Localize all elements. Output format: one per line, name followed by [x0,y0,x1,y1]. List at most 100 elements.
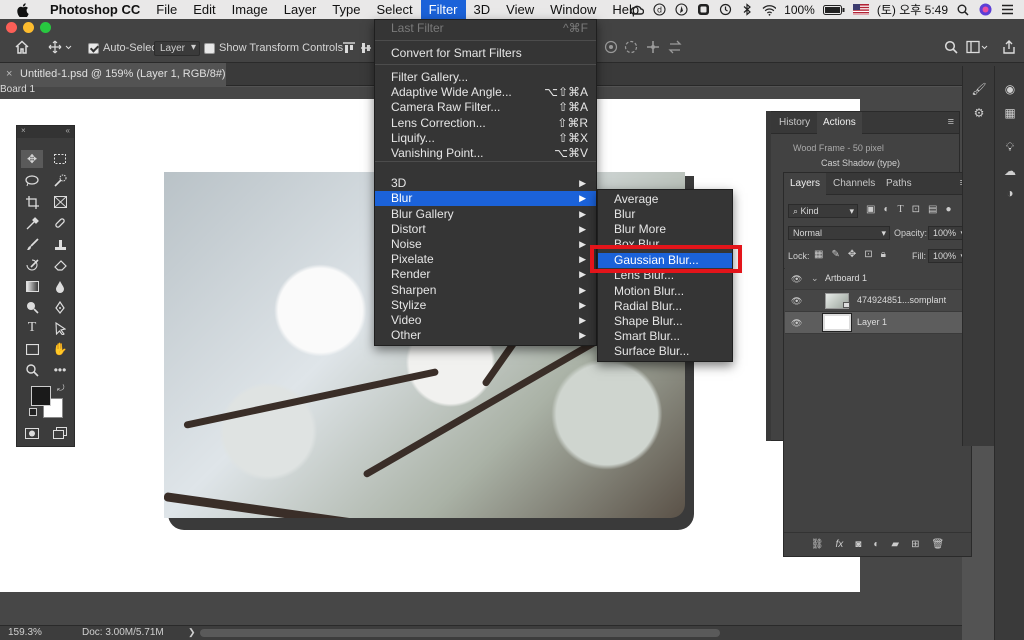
lock-position-icon[interactable]: ✥ [848,249,856,260]
lock-all-icon[interactable]: 🔒︎ [881,249,886,260]
visibility-eye-icon[interactable]: 👁︎ [791,318,802,329]
shape-filter-icon[interactable]: ⊡ [912,204,920,215]
tab-layers[interactable]: Layers [784,173,827,195]
menu-layer[interactable]: Layer [276,0,325,19]
filter-menu-item-lens-correction[interactable]: Lens Correction... ⇧⌘R [375,116,596,131]
filter-menu-item-camera-raw-filter[interactable]: Camera Raw Filter... ⇧⌘A [375,100,596,115]
menu-type[interactable]: Type [324,0,368,19]
auto-select-dropdown[interactable]: Layer [154,41,201,56]
tab-channels[interactable]: Channels [827,173,881,195]
notification-icon[interactable] [696,3,710,17]
type-filter-icon[interactable]: T [898,204,904,215]
menu-app-name[interactable]: Photoshop CC [42,0,148,19]
close-tab-icon[interactable]: × [6,63,12,86]
align-top-icon[interactable] [342,41,356,55]
blur-menu-item-shape-blur[interactable]: Shape Blur... [598,314,732,329]
lock-transparent-pixels-icon[interactable]: ▦ [814,249,823,260]
filter-menu-item-3d[interactable]: 3D ▶ [375,176,596,191]
blur-menu-item-surface-blur[interactable]: Surface Blur... [598,344,732,359]
zoom-window-button[interactable] [40,22,51,33]
blur-menu-item-radial-blur[interactable]: Radial Blur... [598,299,732,314]
learn-panel-icon[interactable]: 💡︎ [1000,138,1020,156]
tab-actions[interactable]: Actions [817,112,862,134]
filter-menu-item-stylize[interactable]: Stylize ▶ [375,298,596,313]
lock-artboard-icon[interactable]: ⊡ [864,249,872,260]
blur-menu-item-blur-more[interactable]: Blur More [598,222,732,237]
blur-menu-item-blur[interactable]: Blur [598,207,732,222]
menu-select[interactable]: Select [368,0,420,19]
adjustment-layer-icon[interactable]: ◐ [873,539,879,550]
gradient-tool-icon[interactable] [21,277,43,295]
filter-menu-item-video[interactable]: Video ▶ [375,313,596,328]
action-row[interactable]: Cast Shadow (type) [821,158,900,168]
type-tool-icon[interactable]: T [21,319,43,337]
wifi-icon[interactable] [762,3,777,17]
move-tool-preset-icon[interactable] [48,40,72,54]
creative-cloud-icon[interactable] [630,3,645,17]
filter-menu-item-filter-gallery[interactable]: Filter Gallery... [375,70,596,85]
filter-menu-item-last-filter[interactable]: Last Filter ^⌘F [375,21,596,36]
home-icon[interactable] [14,40,30,54]
quick-mask-icon[interactable] [21,424,43,442]
minimize-window-button[interactable] [23,22,34,33]
more-tools-icon[interactable]: ••• [49,361,71,379]
move-tool-icon[interactable]: ✥ [21,150,43,168]
workspace-switcher-icon[interactable] [966,40,988,54]
layer-filter-kind-dropdown[interactable]: ⌕ Kind ▾ [788,204,858,218]
filter-menu-item-adaptive-wide-angle[interactable]: Adaptive Wide Angle... ⌥⇧⌘A [375,85,596,100]
filter-menu-item-sharpen[interactable]: Sharpen ▶ [375,283,596,298]
healing-brush-tool-icon[interactable] [49,214,71,232]
menu-3d[interactable]: 3D [466,0,499,19]
swatches-panel-icon[interactable]: ▦ [1000,104,1020,122]
history-panel-menu-icon[interactable]: ≡ [948,116,954,128]
history-brush-tool-icon[interactable] [21,256,43,274]
color-panel-icon[interactable]: ◉ [1000,80,1020,98]
blend-mode-dropdown[interactable]: Normal ▾ [788,226,890,240]
dodge-tool-icon[interactable] [21,298,43,316]
visibility-eye-icon[interactable]: 👁︎ [791,274,802,285]
brush-settings-icon[interactable]: 🖌︎ [969,80,989,98]
apple-icon[interactable] [14,0,32,19]
pixel-filter-icon[interactable]: ▣ [866,204,875,215]
menu-image[interactable]: Image [224,0,276,19]
marquee-tool-icon[interactable] [49,150,71,168]
adjustments-panel-icon[interactable]: ◑ [1000,184,1020,202]
new-layer-icon[interactable]: ⊞ [911,539,919,550]
add-mask-icon[interactable]: ◙ [855,539,861,550]
clone-stamp-tool-icon[interactable] [49,235,71,253]
path-selection-tool-icon[interactable] [49,319,71,337]
auto-select-checkbox[interactable] [88,42,99,54]
horizontal-scrollbar[interactable] [200,629,720,637]
filter-menu-item-render[interactable]: Render ▶ [375,267,596,282]
filter-menu-item-blur[interactable]: Blur ▶ [375,191,596,206]
notification-center-icon[interactable] [1000,3,1014,17]
layer-row-artboard[interactable]: 👁︎ ⌄ Artboard 1 [785,268,963,290]
status-menu-icon[interactable]: ❯ [188,627,196,638]
us-flag-icon[interactable] [852,3,869,17]
search-icon[interactable] [944,40,958,54]
menu-edit[interactable]: Edit [185,0,223,19]
libraries-panel-icon[interactable]: ☁︎ [1000,162,1020,180]
tab-paths[interactable]: Paths [880,173,918,195]
properties-icon[interactable]: ⚙︎ [969,104,989,122]
pen-tool-icon[interactable] [49,298,71,316]
tab-history[interactable]: History [773,112,816,134]
3d-orbit-icon[interactable] [604,40,618,54]
menubar-clock[interactable]: (토) 오후 5:49 [877,1,948,18]
filter-toggle-icon[interactable]: ● [945,204,951,215]
foreground-color-swatch[interactable] [31,386,51,406]
blur-menu-item-motion-blur[interactable]: Motion Blur... [598,284,732,299]
filter-menu-item-convert-for-smart-filters[interactable]: Convert for Smart Filters [375,46,596,61]
3d-roll-icon[interactable] [624,40,638,54]
filter-menu-item-pixelate[interactable]: Pixelate ▶ [375,252,596,267]
artboard-label[interactable]: Board 1 [0,84,35,95]
filter-menu-item-other[interactable]: Other ▶ [375,328,596,343]
filter-menu-item-vanishing-point[interactable]: Vanishing Point... ⌥⌘V [375,146,596,161]
blur-menu-item-average[interactable]: Average [598,192,732,207]
visibility-eye-icon[interactable]: 👁︎ [791,296,802,307]
close-panel-icon[interactable]: × [21,126,26,135]
layer-row-layer-1[interactable]: 👁︎ Layer 1 [785,312,963,334]
eyedropper-tool-icon[interactable] [21,214,43,232]
brush-tool-icon[interactable] [21,235,43,253]
screen-mode-icon[interactable] [49,424,71,442]
